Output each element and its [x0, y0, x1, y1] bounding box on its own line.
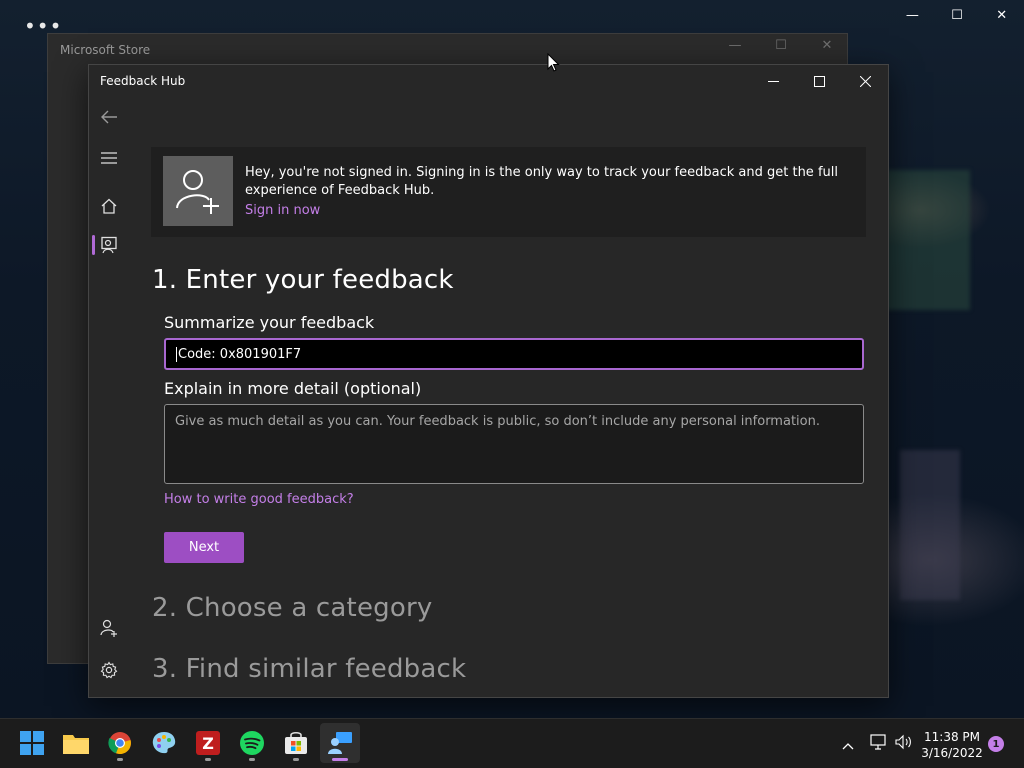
step-2-heading[interactable]: 2. Choose a category	[152, 593, 432, 623]
system-tray	[838, 719, 916, 768]
feedback-nav-button[interactable]	[89, 227, 129, 263]
taskbar-clock[interactable]: 11:38 PM 3/16/2022	[912, 729, 992, 761]
step-1-heading: 1. Enter your feedback	[152, 265, 454, 295]
network-button[interactable]	[864, 734, 892, 754]
background-window-caption: — ☐ ✕	[890, 0, 1024, 30]
feedback-hub-window[interactable]: Feedback Hub Hey, you're not signed in. …	[88, 64, 889, 698]
detail-label: Explain in more detail (optional)	[164, 379, 422, 398]
taskbar: Z 11:38 PM 3/16/2022	[0, 718, 1024, 768]
running-indicator	[293, 758, 299, 761]
taskbar-filezilla[interactable]: Z	[188, 723, 228, 763]
summary-input-value: Code: 0x801901F7	[178, 346, 302, 362]
summary-label: Summarize your feedback	[164, 313, 375, 332]
minimize-icon	[767, 80, 779, 82]
gear-icon	[100, 661, 118, 679]
taskbar-microsoft-store[interactable]	[276, 723, 316, 763]
paint-palette-icon	[152, 732, 176, 754]
caption-buttons	[750, 65, 888, 97]
running-indicator	[117, 758, 123, 761]
chevron-up-icon	[842, 742, 854, 749]
maximize-icon	[813, 75, 825, 87]
folder-icon	[63, 735, 89, 754]
hamburger-icon	[101, 152, 117, 164]
running-indicator	[249, 758, 255, 761]
store-bag-icon	[285, 731, 307, 754]
close-icon[interactable]: ✕	[813, 38, 841, 53]
avatar	[163, 156, 233, 226]
ms-store-caption-buttons: — ☐ ✕	[721, 38, 841, 53]
nav-rail	[89, 97, 129, 697]
home-button[interactable]	[89, 188, 129, 224]
feedback-hub-icon	[328, 732, 352, 754]
windows-logo-icon	[20, 731, 44, 755]
signin-message: Hey, you're not signed in. Signing in is…	[245, 165, 838, 198]
help-link[interactable]: How to write good feedback?	[164, 492, 354, 507]
add-person-icon	[100, 619, 117, 637]
start-button[interactable]	[12, 723, 52, 763]
volume-icon	[895, 734, 911, 750]
ms-store-title: Microsoft Store	[60, 43, 151, 57]
add-person-icon	[176, 170, 219, 214]
signin-banner: Hey, you're not signed in. Signing in is…	[151, 147, 866, 237]
chrome-icon	[108, 732, 131, 755]
clock-time: 11:38 PM	[924, 730, 980, 744]
menu-button[interactable]	[89, 140, 129, 176]
close-icon[interactable]: ✕	[982, 8, 1022, 23]
close-icon	[859, 75, 871, 87]
close-button[interactable]	[842, 65, 888, 97]
maximize-icon[interactable]: ☐	[767, 38, 795, 53]
taskbar-feedback-hub[interactable]	[320, 723, 360, 763]
summary-input[interactable]: Code: 0x801901F7	[164, 338, 864, 370]
step-3-heading[interactable]: 3. Find similar feedback	[152, 654, 466, 684]
notification-badge[interactable]: 1	[988, 736, 1004, 752]
sign-in-link[interactable]: Sign in now	[245, 203, 320, 218]
taskbar-paint[interactable]	[144, 723, 184, 763]
settings-button[interactable]	[89, 652, 129, 688]
taskbar-spotify[interactable]	[232, 723, 272, 763]
maximize-icon[interactable]: ☐	[937, 8, 977, 23]
minimize-icon[interactable]: —	[721, 38, 749, 53]
arrow-left-icon	[101, 110, 117, 124]
feedback-person-icon	[101, 236, 117, 254]
background-tile	[880, 170, 970, 310]
back-button[interactable]	[89, 99, 129, 135]
detail-textarea[interactable]: Give as much detail as you can. Your fee…	[164, 404, 864, 484]
filezilla-icon: Z	[196, 731, 220, 755]
network-icon	[870, 734, 886, 750]
tray-overflow-button[interactable]	[838, 735, 858, 754]
text-caret	[176, 346, 177, 362]
minimize-icon[interactable]: —	[892, 8, 932, 23]
active-indicator	[332, 758, 348, 761]
maximize-button[interactable]	[796, 65, 842, 97]
home-icon	[101, 198, 117, 214]
account-button[interactable]	[89, 610, 129, 646]
svg-text:Z: Z	[202, 734, 214, 753]
taskbar-chrome[interactable]	[100, 723, 140, 763]
taskbar-file-explorer[interactable]	[56, 723, 96, 763]
window-title: Feedback Hub	[100, 74, 186, 88]
spotify-icon	[240, 731, 264, 755]
next-button[interactable]: Next	[164, 532, 244, 563]
minimize-button[interactable]	[750, 65, 796, 97]
detail-placeholder: Give as much detail as you can. Your fee…	[175, 414, 820, 429]
mouse-cursor-icon	[547, 53, 560, 72]
clock-date: 3/16/2022	[921, 746, 983, 760]
running-indicator	[205, 758, 211, 761]
background-tile	[900, 450, 960, 600]
